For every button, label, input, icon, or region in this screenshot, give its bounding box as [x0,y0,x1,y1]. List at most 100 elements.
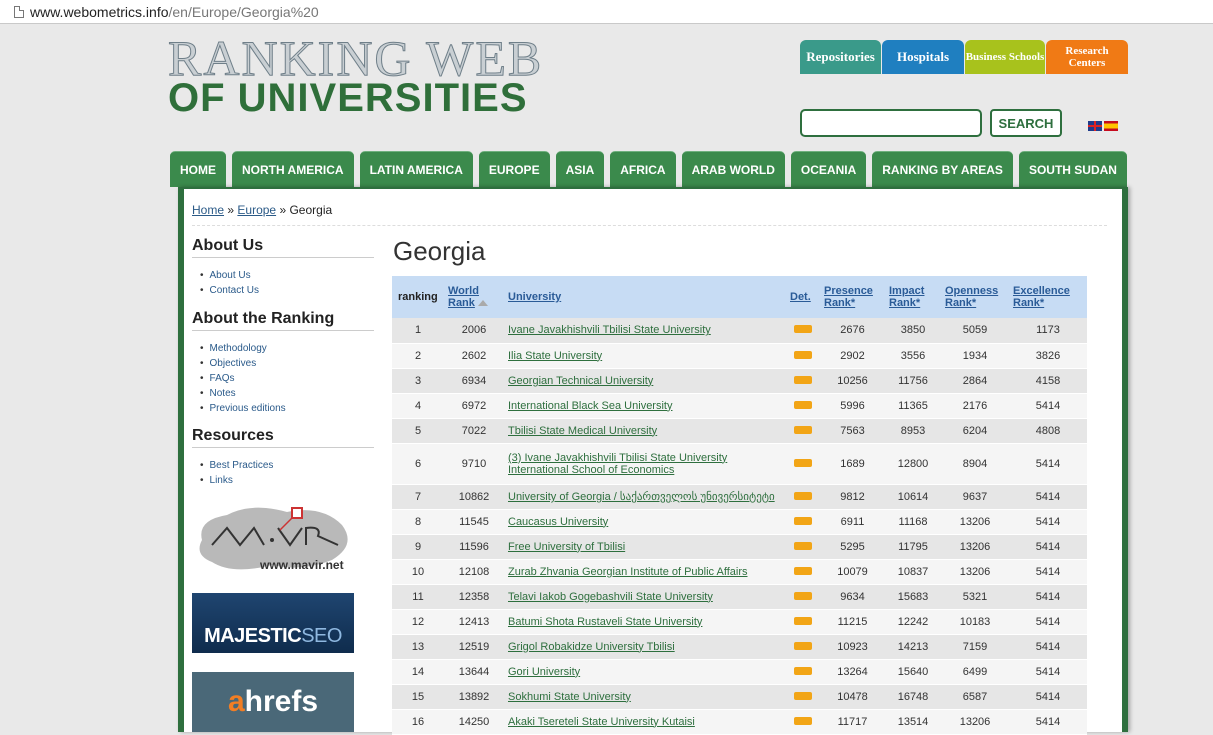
rank-cell: 15 [392,684,444,710]
world-rank-cell: 11596 [444,534,504,560]
hospitals-button[interactable]: Hospitals [882,40,964,74]
details-cell[interactable] [786,559,820,585]
business-schools-button[interactable]: Business Schools [965,40,1045,74]
details-arrow-icon[interactable] [794,325,812,334]
table-row: 10 12108 Zurab Zhvania Georgian Institute … [392,559,1087,585]
col-det[interactable]: Det. [786,276,820,318]
table-row: 3 6934 Georgian Technical University 10256 1… [392,368,1087,394]
details-cell[interactable] [786,684,820,710]
sidebar-link-links[interactable]: Links [200,473,273,488]
nav-africa[interactable]: AFRICA [610,151,676,187]
rank-cell: 16 [392,709,444,735]
university-link[interactable]: (3) Ivane Javakhishvili Tbilisi State Un… [504,443,786,485]
about-us-list: About Us Contact Us [200,268,259,298]
university-link[interactable]: Tbilisi State Medical University [504,418,786,444]
nav-oceania[interactable]: OCEANIA [790,151,867,187]
ahrefs-ad[interactable]: ahrefs [192,672,354,732]
details-arrow-icon[interactable] [794,516,812,525]
address-bar[interactable]: www.webometrics.info/en/Europe/Georgia%2… [0,0,1213,24]
details-cell[interactable] [786,659,820,685]
university-link[interactable]: Akaki Tsereteli State University Kutaisi [504,709,786,735]
sidebar-link-faqs[interactable]: FAQs [200,371,286,386]
university-link[interactable]: Batumi Shota Rustaveli State University [504,609,786,635]
rank-cell: 6 [392,443,444,485]
mavir-ad[interactable]: www.mavir.net [192,500,354,575]
spanish-flag-icon[interactable] [1104,121,1118,131]
details-arrow-icon[interactable] [794,616,812,625]
col-impact[interactable]: Impact Rank* [885,276,941,318]
details-arrow-icon[interactable] [794,491,812,500]
university-link[interactable]: Ivane Javakhishvili Tbilisi State Univer… [504,318,786,344]
details-arrow-icon[interactable] [794,350,812,359]
details-arrow-icon[interactable] [794,375,812,384]
details-arrow-icon[interactable] [794,716,812,725]
sidebar-link-notes[interactable]: Notes [200,386,286,401]
details-arrow-icon[interactable] [794,641,812,650]
sidebar-link-about-us[interactable]: About Us [200,268,259,283]
details-arrow-icon[interactable] [794,400,812,409]
nav-asia[interactable]: ASIA [555,151,605,187]
details-cell[interactable] [786,609,820,635]
university-link[interactable]: Ilia State University [504,343,786,369]
sidebar-link-contact-us[interactable]: Contact Us [200,283,259,298]
details-arrow-icon[interactable] [794,425,812,434]
search-input[interactable] [800,109,982,137]
nav-europe[interactable]: EUROPE [478,151,550,187]
university-link[interactable]: Sokhumi State University [504,684,786,710]
majestic-seo-ad[interactable]: MAJESTICSEO [192,593,354,653]
university-link[interactable]: International Black Sea University [504,393,786,419]
world-rank-cell: 2006 [444,318,504,344]
breadcrumb-europe[interactable]: Europe [237,203,276,217]
details-cell[interactable] [786,484,820,510]
sidebar-link-methodology[interactable]: Methodology [200,341,286,356]
details-arrow-icon[interactable] [794,691,812,700]
sidebar-link-previous-editions[interactable]: Previous editions [200,401,286,416]
university-link[interactable]: Georgian Technical University [504,368,786,394]
col-world-rank[interactable]: World Rank [444,276,504,318]
university-link[interactable]: Grigol Robakidze University Tbilisi [504,634,786,660]
details-cell[interactable] [786,634,820,660]
nav-home[interactable]: HOME [170,151,226,187]
col-openness[interactable]: Openness Rank* [941,276,1009,318]
details-cell[interactable] [786,534,820,560]
nav-arab-world[interactable]: ARAB WORLD [681,151,785,187]
details-cell[interactable] [786,418,820,444]
university-link[interactable]: Gori University [504,659,786,685]
breadcrumb-home[interactable]: Home [192,203,224,217]
details-cell[interactable] [786,343,820,369]
sidebar-link-best-practices[interactable]: Best Practices [200,458,274,473]
nav-north-america[interactable]: NORTH AMERICA [232,151,354,187]
university-link[interactable]: Free University of Tbilisi [504,534,786,560]
details-cell[interactable] [786,318,820,344]
table-row: 5 7022 Tbilisi State Medical University 756… [392,418,1087,444]
details-cell[interactable] [786,584,820,610]
site-logo[interactable]: RANKING WEB OF UNIVERSITIES [168,33,568,124]
details-cell[interactable] [786,393,820,419]
university-link[interactable]: University of Georgia / საქართველოს უნივ… [504,484,786,510]
university-link[interactable]: Telavi Iakob Gogebashvili State Universi… [504,584,786,610]
table-row: 8 11545 Caucasus University 6911 11168 13206 5… [392,509,1087,535]
details-arrow-icon[interactable] [794,566,812,575]
col-presence[interactable]: Presence Rank* [820,276,885,318]
col-university[interactable]: University [504,276,786,318]
research-centers-button[interactable]: Research Centers [1046,40,1128,74]
nav-ranking-by-areas[interactable]: RANKING BY AREAS [872,151,1013,187]
details-cell[interactable] [786,709,820,735]
details-arrow-icon[interactable] [794,591,812,600]
details-arrow-icon[interactable] [794,458,812,467]
sidebar-link-objectives[interactable]: Objectives [200,356,286,371]
university-link[interactable]: Caucasus University [504,509,786,535]
impact-cell: 15683 [885,584,941,610]
nav-latin-america[interactable]: LATIN AMERICA [359,151,473,187]
nav-south-sudan[interactable]: SOUTH SUDAN [1018,151,1127,187]
details-cell[interactable] [786,443,820,485]
english-flag-icon[interactable] [1088,121,1102,131]
details-cell[interactable] [786,509,820,535]
repositories-button[interactable]: Repositories [800,40,881,74]
details-arrow-icon[interactable] [794,666,812,675]
details-cell[interactable] [786,368,820,394]
search-button[interactable]: SEARCH [990,109,1062,137]
university-link[interactable]: Zurab Zhvania Georgian Institute of Publ… [504,559,786,585]
col-excellence[interactable]: Excellence Rank* [1009,276,1087,318]
details-arrow-icon[interactable] [794,541,812,550]
